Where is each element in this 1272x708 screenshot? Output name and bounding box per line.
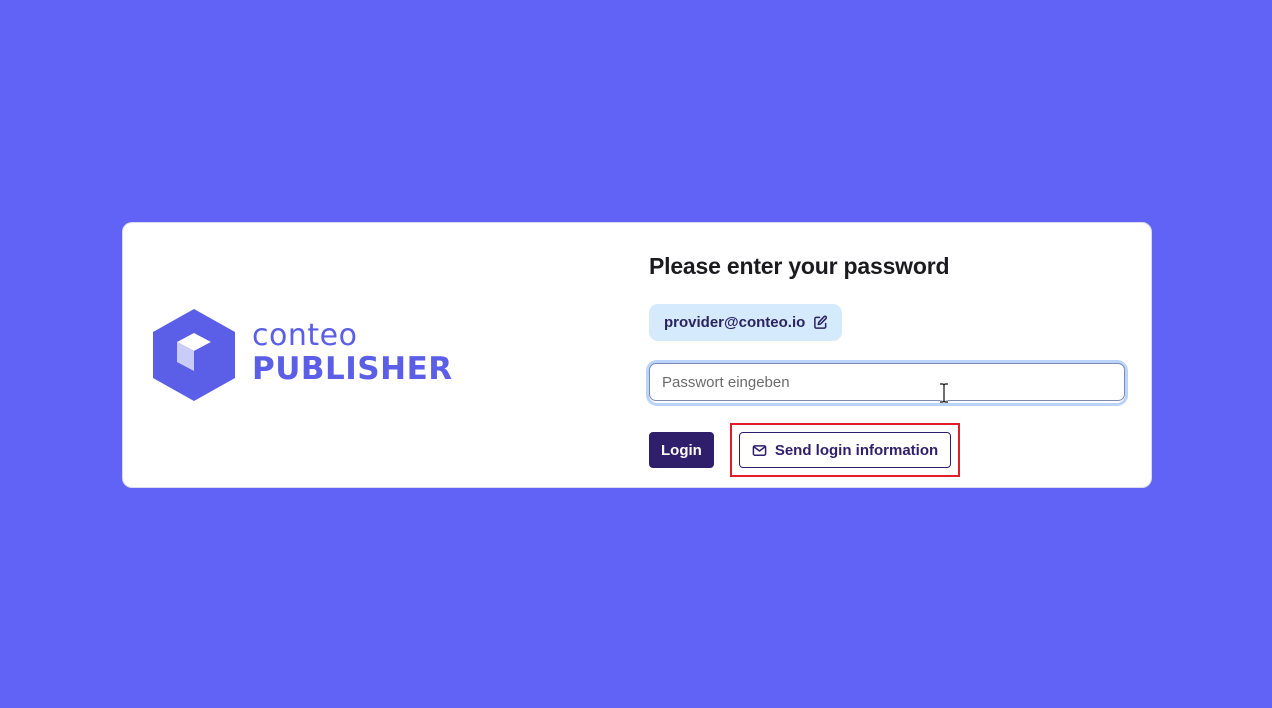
form-actions: Login Send login information	[649, 423, 1125, 477]
send-login-info-label: Send login information	[774, 441, 939, 459]
page-title: Please enter your password	[649, 253, 950, 279]
text-cursor-icon	[940, 383, 948, 403]
password-input[interactable]	[649, 363, 1125, 401]
password-form: Please enter your password provider@cont…	[649, 253, 1125, 477]
login-button[interactable]: Login	[649, 432, 714, 468]
brand-logo: conteo PUBLISHER	[153, 309, 453, 401]
brand-wordmark: conteo PUBLISHER	[252, 321, 453, 387]
mail-icon	[752, 444, 767, 456]
login-card: conteo PUBLISHER Please enter your passw…	[122, 222, 1152, 488]
send-login-info-button[interactable]: Send login information	[738, 432, 952, 468]
edit-icon[interactable]	[813, 315, 828, 330]
password-field-wrapper	[649, 363, 1125, 403]
brand-name: conteo	[252, 318, 358, 353]
email-chip[interactable]: provider@conteo.io	[649, 304, 843, 341]
email-chip-label: provider@conteo.io	[664, 314, 806, 331]
hexagon-cube-icon	[153, 309, 235, 401]
highlight-box: Send login information	[729, 423, 961, 477]
brand-product: PUBLISHER	[252, 351, 453, 387]
